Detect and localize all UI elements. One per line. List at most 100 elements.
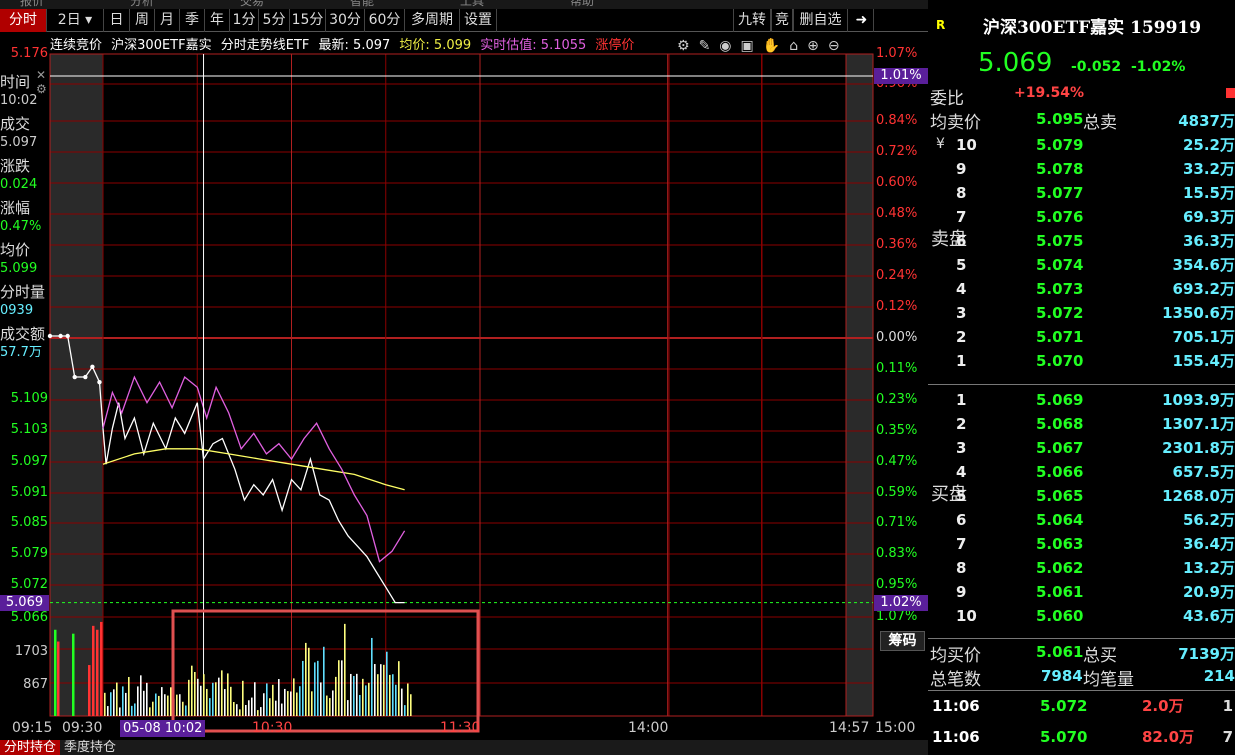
ob-level: 5 xyxy=(956,487,967,505)
buys-row[interactable]: 8 5.062 13.2万 xyxy=(928,556,1235,580)
sells-row[interactable]: 9 5.078 33.2万 xyxy=(928,157,1235,181)
crosshair-gear-icon[interactable]: ⚙ xyxy=(36,82,47,96)
bottom-tab-1[interactable]: 季度持仓 xyxy=(60,740,120,755)
buys-row[interactable]: 2 5.068 1307.1万 xyxy=(928,412,1235,436)
pct-tick: 0.35% xyxy=(876,423,918,438)
sells-row[interactable]: 10 5.079 25.2万 xyxy=(928,133,1235,157)
volume-bar xyxy=(167,695,169,716)
volume-bar xyxy=(365,685,367,716)
volume-bar xyxy=(236,704,238,716)
buys-row[interactable]: 4 5.066 657.5万 xyxy=(928,460,1235,484)
sells-row[interactable]: 7 5.076 69.3万 xyxy=(928,205,1235,229)
total-trades-label: 总笔数 xyxy=(930,670,981,690)
pct-tag-bottom: 1.02% xyxy=(874,595,928,611)
time-tick: 15:00 xyxy=(875,720,916,736)
ob-price: 5.071 xyxy=(1036,328,1084,346)
sells-row[interactable]: 3 5.072 1350.6万 xyxy=(928,301,1235,325)
sells-row[interactable]: 2 5.071 705.1万 xyxy=(928,325,1235,349)
info-value: 0939 xyxy=(0,303,34,318)
avg-per-trade-label: 均笔量 xyxy=(1083,670,1134,690)
auction-point xyxy=(58,333,63,339)
volume-bar xyxy=(293,678,295,716)
info-label: 成交 xyxy=(0,115,31,133)
quote-price: 5.069 xyxy=(978,48,1053,78)
ob-price: 5.064 xyxy=(1036,511,1084,529)
ob-volume: 1307.1万 xyxy=(1162,415,1235,433)
volume-bar xyxy=(290,691,292,716)
volume-bar xyxy=(179,694,181,716)
volume-bar xyxy=(329,698,331,716)
volume-bar xyxy=(245,704,247,716)
volume-bar xyxy=(392,674,394,716)
volume-bar xyxy=(149,707,151,716)
ob-volume: 43.6万 xyxy=(1182,607,1235,625)
weibi-indicator xyxy=(1226,88,1235,98)
volume-bar xyxy=(383,664,385,716)
sells-row[interactable]: 8 5.077 15.5万 xyxy=(928,181,1235,205)
volume-bar xyxy=(227,673,229,716)
buys-row[interactable]: 10 5.060 43.6万 xyxy=(928,604,1235,628)
quote-title: 沪深300ETF嘉实 159919 xyxy=(983,18,1202,38)
info-label: 成交额 xyxy=(0,325,46,343)
buys-row[interactable]: 9 5.061 20.9万 xyxy=(928,580,1235,604)
time-tick: 09:30 xyxy=(62,720,103,736)
chip-button[interactable]: 筹码 xyxy=(880,631,925,651)
bottom-tab-0[interactable]: 分时持仓 xyxy=(0,740,61,755)
volume-bar xyxy=(122,686,124,716)
sells-row[interactable]: 5 5.074 354.6万 xyxy=(928,253,1235,277)
volume-bar xyxy=(326,695,328,716)
volume-bar xyxy=(320,682,322,716)
intraday-chart[interactable] xyxy=(0,0,928,740)
ticks-divider xyxy=(928,690,1235,691)
volume-bar xyxy=(269,698,271,716)
pct-tick: 0.11% xyxy=(876,361,918,376)
info-value: 5.097 xyxy=(0,135,38,150)
tick-price: 5.070 xyxy=(1040,728,1088,746)
volume-bar xyxy=(152,701,154,716)
volume-bar xyxy=(206,688,208,716)
volume-bar xyxy=(134,703,136,716)
ob-level: 5 xyxy=(956,256,967,274)
sells-row[interactable]: 1 5.070 155.4万 xyxy=(928,349,1235,373)
tick-price: 5.072 xyxy=(1040,697,1088,715)
volume-bar xyxy=(254,682,256,716)
ob-level: 3 xyxy=(956,439,967,457)
pct-tick: 0.84% xyxy=(876,113,918,128)
sells-row[interactable]: 6 5.075 36.3万 xyxy=(928,229,1235,253)
tick-volume: 2.0万 xyxy=(1142,697,1184,715)
volume-bar xyxy=(317,660,319,716)
total-trades-value: 7984 xyxy=(1041,667,1083,685)
ob-volume: 705.1万 xyxy=(1172,328,1235,346)
ob-volume: 155.4万 xyxy=(1172,352,1235,370)
sells-row[interactable]: 4 5.073 693.2万 xyxy=(928,277,1235,301)
volume-bar xyxy=(278,679,280,716)
buys-row[interactable]: 3 5.067 2301.8万 xyxy=(928,436,1235,460)
auction-point xyxy=(72,374,77,380)
time-tick: 11:30 xyxy=(440,720,481,736)
crosshair-close-icon[interactable]: ✕ xyxy=(36,68,46,82)
pct-tick: 1.07% xyxy=(876,609,918,624)
ob-price: 5.078 xyxy=(1036,160,1084,178)
volume-bar xyxy=(125,692,127,716)
volume-bar xyxy=(137,686,139,716)
volume-bar xyxy=(389,674,391,716)
info-label: 涨幅 xyxy=(0,199,31,217)
volume-bar xyxy=(371,637,373,716)
pct-tick: 0.72% xyxy=(876,144,918,159)
pct-tick: 0.59% xyxy=(876,485,918,500)
ob-volume: 13.2万 xyxy=(1182,559,1235,577)
buys-row[interactable]: 6 5.064 56.2万 xyxy=(928,508,1235,532)
buys-row[interactable]: 7 5.063 36.4万 xyxy=(928,532,1235,556)
buys-row[interactable]: 1 5.069 1093.9万 xyxy=(928,388,1235,412)
ob-price: 5.063 xyxy=(1036,535,1084,553)
buys-row[interactable]: 5 5.065 1268.0万 xyxy=(928,484,1235,508)
volume-bar xyxy=(401,688,403,716)
ob-price: 5.077 xyxy=(1036,184,1084,202)
pct-tick: 0.24% xyxy=(876,268,918,283)
ob-price: 5.076 xyxy=(1036,208,1084,226)
volume-bar xyxy=(362,678,364,716)
volume-bar xyxy=(113,689,115,716)
volume-bar xyxy=(347,700,349,716)
volume-bar xyxy=(359,694,361,716)
ob-divider-bottom xyxy=(928,638,1235,639)
